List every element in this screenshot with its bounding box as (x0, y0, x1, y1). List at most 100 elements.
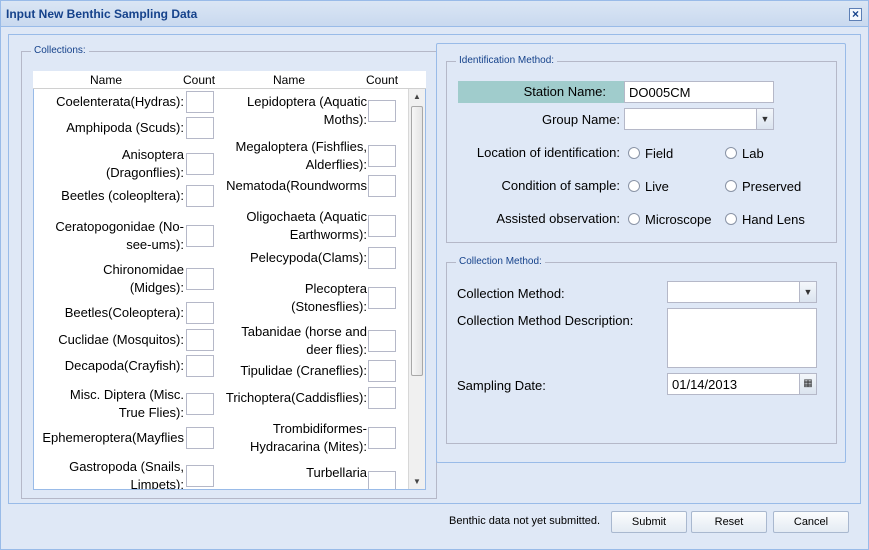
title-bar: Input New Benthic Sampling Data × (1, 1, 868, 27)
radio-field[interactable] (628, 147, 640, 159)
count-input[interactable] (368, 360, 396, 382)
collection-method-label: Collection Method: (457, 286, 565, 301)
taxon-label-line: Amphipoda (Scuds): (66, 120, 184, 135)
calendar-icon[interactable]: ▦ (799, 374, 816, 394)
radio-lab[interactable] (725, 147, 737, 159)
station-name-label: Station Name: (523, 84, 606, 99)
cancel-button[interactable]: Cancel (773, 511, 849, 533)
count-input[interactable] (186, 117, 214, 139)
taxon-label-line: Gastropoda (Snails, (69, 459, 184, 474)
count-input[interactable] (186, 268, 214, 290)
taxon-label: Beetles(Coleoptera): (36, 304, 184, 322)
taxon-label-line: (Dragonflies): (105, 165, 184, 180)
scroll-thumb[interactable] (411, 106, 423, 376)
count-input[interactable] (368, 215, 396, 237)
taxon-label: Pelecypoda(Clams): (214, 249, 367, 267)
taxon-label-line: Beetles (coleopltera): (61, 188, 184, 203)
taxon-label: Gastropoda (Snails, Limpets): (36, 458, 184, 490)
radio-hand-lens[interactable] (725, 213, 737, 225)
count-input[interactable] (368, 175, 396, 197)
submission-status: Benthic data not yet submitted. (449, 515, 601, 527)
collections-fieldset: Collections: Name Count Name Count ▲ ▼ C… (21, 45, 437, 499)
taxon-label: Anisoptera (Dragonflies): (36, 146, 184, 182)
radio-field-label: Field (645, 146, 674, 161)
scroll-up-icon[interactable]: ▲ (409, 89, 425, 105)
taxon-label-line: Nematoda(Roundworms (226, 178, 367, 193)
count-input[interactable] (186, 427, 214, 449)
radio-preserved-label: Preserved (742, 179, 802, 194)
collection-method-legend: Collection Method: (456, 256, 545, 267)
radio-live-label: Live (645, 179, 669, 194)
count-input[interactable] (368, 427, 396, 449)
identification-fieldset: Identification Method: Station Name: Gro… (446, 55, 837, 243)
taxon-label-line: Trichoptera(Caddisflies): (225, 390, 367, 405)
taxon-label: Ceratopogonidae (No-see-ums): (36, 218, 184, 254)
taxon-label-line: Ephemeroptera(Mayflies (42, 430, 184, 445)
station-name-input[interactable] (624, 81, 774, 103)
column-header-name: Name (273, 73, 306, 87)
taxon-label-line: Pelecypoda(Clams): (249, 250, 367, 265)
taxon-label: Megaloptera (Fishflies, Alderflies): (214, 138, 368, 174)
assisted-label: Assisted observation: (496, 211, 620, 226)
taxon-label-line: Lepidoptera (Aquatic (247, 94, 367, 109)
taxon-label: Tipulidae (Craneflies): (214, 362, 367, 380)
window-title: Input New Benthic Sampling Data (6, 7, 198, 21)
count-input[interactable] (186, 302, 214, 324)
radio-live[interactable] (628, 180, 640, 192)
submit-button[interactable]: Submit (611, 511, 687, 533)
count-input[interactable] (368, 145, 396, 167)
collection-method-combo[interactable]: ▼ (667, 281, 817, 303)
chevron-down-icon[interactable]: ▼ (799, 282, 816, 302)
group-name-combo[interactable]: ▼ (624, 108, 774, 130)
count-input[interactable] (186, 393, 214, 415)
taxon-label-line: Alderflies): (305, 157, 367, 172)
taxon-label: Chironomidae (Midges): (36, 261, 184, 297)
collection-method-description-input[interactable] (667, 308, 817, 368)
taxon-label-line: Earthworms): (289, 227, 367, 242)
taxon-label: Beetles (coleopltera): (36, 187, 184, 205)
column-header-count: Count (366, 73, 399, 87)
taxon-label-line: Decapoda(Crayfish): (64, 358, 184, 373)
taxon-label-line: Tabanidae (horse and (241, 324, 367, 339)
sampling-date-field[interactable]: 01/14/2013 ▦ (667, 373, 817, 395)
count-input[interactable] (186, 153, 214, 175)
taxon-label: Ephemeroptera(Mayflies (36, 429, 184, 447)
taxon-label-line: Ceratopogonidae (No- (55, 219, 184, 234)
count-input[interactable] (186, 329, 214, 351)
reset-button[interactable]: Reset (691, 511, 767, 533)
count-input[interactable] (186, 91, 214, 113)
count-input[interactable] (186, 355, 214, 377)
count-input[interactable] (186, 465, 214, 487)
count-input[interactable] (186, 225, 214, 247)
dialog-body: Collections: Name Count Name Count ▲ ▼ C… (8, 34, 861, 504)
taxon-label-line: Turbellaria (306, 465, 367, 480)
method-panel: Identification Method: Station Name: Gro… (436, 43, 846, 463)
taxon-label-line: see-ums): (126, 237, 184, 252)
count-input[interactable] (186, 185, 214, 207)
taxon-label-line: Anisoptera (121, 147, 184, 162)
radio-microscope[interactable] (628, 213, 640, 225)
count-input[interactable] (368, 387, 396, 409)
taxon-label: Amphipoda (Scuds): (36, 119, 184, 137)
chevron-down-icon[interactable]: ▼ (756, 109, 773, 129)
taxon-label-line: Tipulidae (Craneflies): (240, 363, 367, 378)
count-input[interactable] (368, 247, 396, 269)
taxon-label: Plecoptera (Stonesflies): (214, 280, 367, 316)
count-input[interactable] (368, 471, 396, 489)
taxon-label: Misc. Diptera (Misc. True Flies): (36, 386, 184, 422)
taxon-label: Nematoda(Roundworms (214, 177, 367, 195)
radio-preserved[interactable] (725, 180, 737, 192)
count-input[interactable] (368, 100, 396, 122)
taxon-label: Trichoptera(Caddisflies): (214, 389, 367, 407)
grid-scrollbar[interactable]: ▲ ▼ (408, 89, 425, 489)
taxon-label-line: Limpets): (130, 477, 184, 490)
radio-microscope-label: Microscope (645, 212, 712, 227)
grid-scroll-area[interactable]: ▲ ▼ Coelenterata(Hydras): Amphipoda (Scud… (33, 89, 426, 490)
scroll-down-icon[interactable]: ▼ (409, 474, 425, 489)
grid-header: Name Count Name Count (33, 71, 426, 89)
condition-label: Condition of sample: (501, 178, 620, 193)
close-icon[interactable]: × (849, 8, 862, 21)
count-input[interactable] (368, 287, 396, 309)
count-input[interactable] (368, 330, 396, 352)
taxon-label-line: Chironomidae (103, 262, 184, 277)
